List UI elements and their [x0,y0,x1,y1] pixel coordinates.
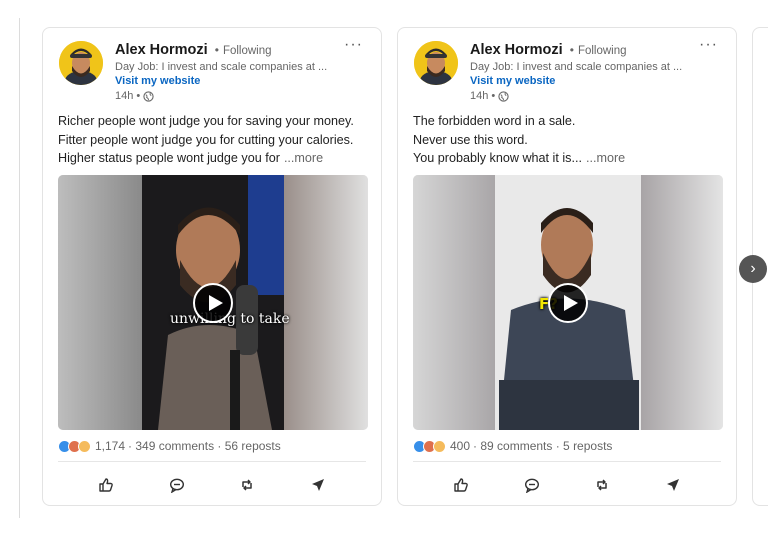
post-text: Richer people wont judge you for saving … [58,112,376,168]
send-button[interactable] [661,473,685,497]
insightful-reaction-icon [78,439,91,453]
post-text-line: Fitter people wont judge you for cutting… [58,132,354,147]
reactions-count[interactable]: 1,174 [95,439,125,453]
post-text: The forbidden word in a sale. Never use … [413,112,731,168]
post-text-line: Higher status people wont judge you for [58,151,280,165]
comments-reposts-count[interactable]: · 89 comments · 5 reposts [473,439,612,453]
feed-left-border [19,18,20,518]
author-headline: Day Job: I invest and scale companies at… [470,61,683,73]
comment-icon [169,478,184,493]
repost-icon [242,479,252,491]
reactions-count[interactable]: 400 [450,439,470,453]
repost-button[interactable] [590,473,614,497]
play-icon[interactable] [548,282,588,323]
author-name[interactable]: Alex Hormozi [470,42,563,58]
thumbs-up-icon [99,478,114,492]
name-separator: • [214,43,219,57]
social-counts[interactable]: 400 · 89 comments · 5 reposts [413,439,612,453]
avatar[interactable] [59,41,103,85]
post-text-line: You probably know what it is... [413,151,582,165]
video-player[interactable]: unwilling to take [58,175,368,430]
post-time: 14h • [470,90,496,102]
more-options-button[interactable]: ··· [699,36,718,54]
comments-reposts-count[interactable]: · 349 comments · 56 reposts [128,439,281,453]
globe-icon [143,91,154,102]
reactions-icons [413,439,446,453]
send-icon [311,479,324,491]
author-headline: Day Job: I invest and scale companies at… [115,61,328,73]
avatar[interactable] [414,41,458,85]
comment-icon [524,478,539,493]
repost-icon [597,479,607,491]
play-icon[interactable] [193,282,233,323]
like-button[interactable] [94,473,118,497]
thumbs-up-icon [454,478,469,492]
post-actions [398,473,736,497]
post-time: 14h • [115,90,141,102]
visit-website-link[interactable]: Visit my website [470,74,700,89]
insightful-reaction-icon [433,439,446,453]
post-actions [43,473,381,497]
send-button[interactable] [306,473,330,497]
send-icon [666,479,679,491]
see-more-link[interactable]: ...more [284,151,323,165]
visit-website-link[interactable]: Visit my website [115,74,345,89]
more-options-button[interactable]: ··· [344,36,363,54]
comment-button[interactable] [165,473,189,497]
post-card: Alex Hormozi • Following Day Job: I inve… [42,27,382,506]
follow-status: Following [222,45,272,57]
post-text-line: The forbidden word in a sale. [413,114,576,128]
post-text-line: Never use this word. [413,132,528,147]
actions-divider [413,461,721,462]
reactions-icons [58,439,91,453]
name-separator: • [569,43,574,57]
globe-icon [498,91,509,102]
post-text-line: Richer people wont judge you for saving … [58,114,354,128]
social-counts[interactable]: 1,174 · 349 comments · 56 reposts [58,439,281,453]
actions-divider [58,461,366,462]
comment-button[interactable] [520,473,544,497]
like-button[interactable] [449,473,473,497]
post-card: Alex Hormozi • Following Day Job: I inve… [397,27,737,506]
see-more-link[interactable]: ...more [586,151,625,165]
video-player[interactable]: F? [413,175,723,430]
author-name[interactable]: Alex Hormozi [115,42,208,58]
carousel-next-button[interactable]: › [739,255,767,283]
repost-button[interactable] [235,473,259,497]
follow-status: Following [577,45,627,57]
